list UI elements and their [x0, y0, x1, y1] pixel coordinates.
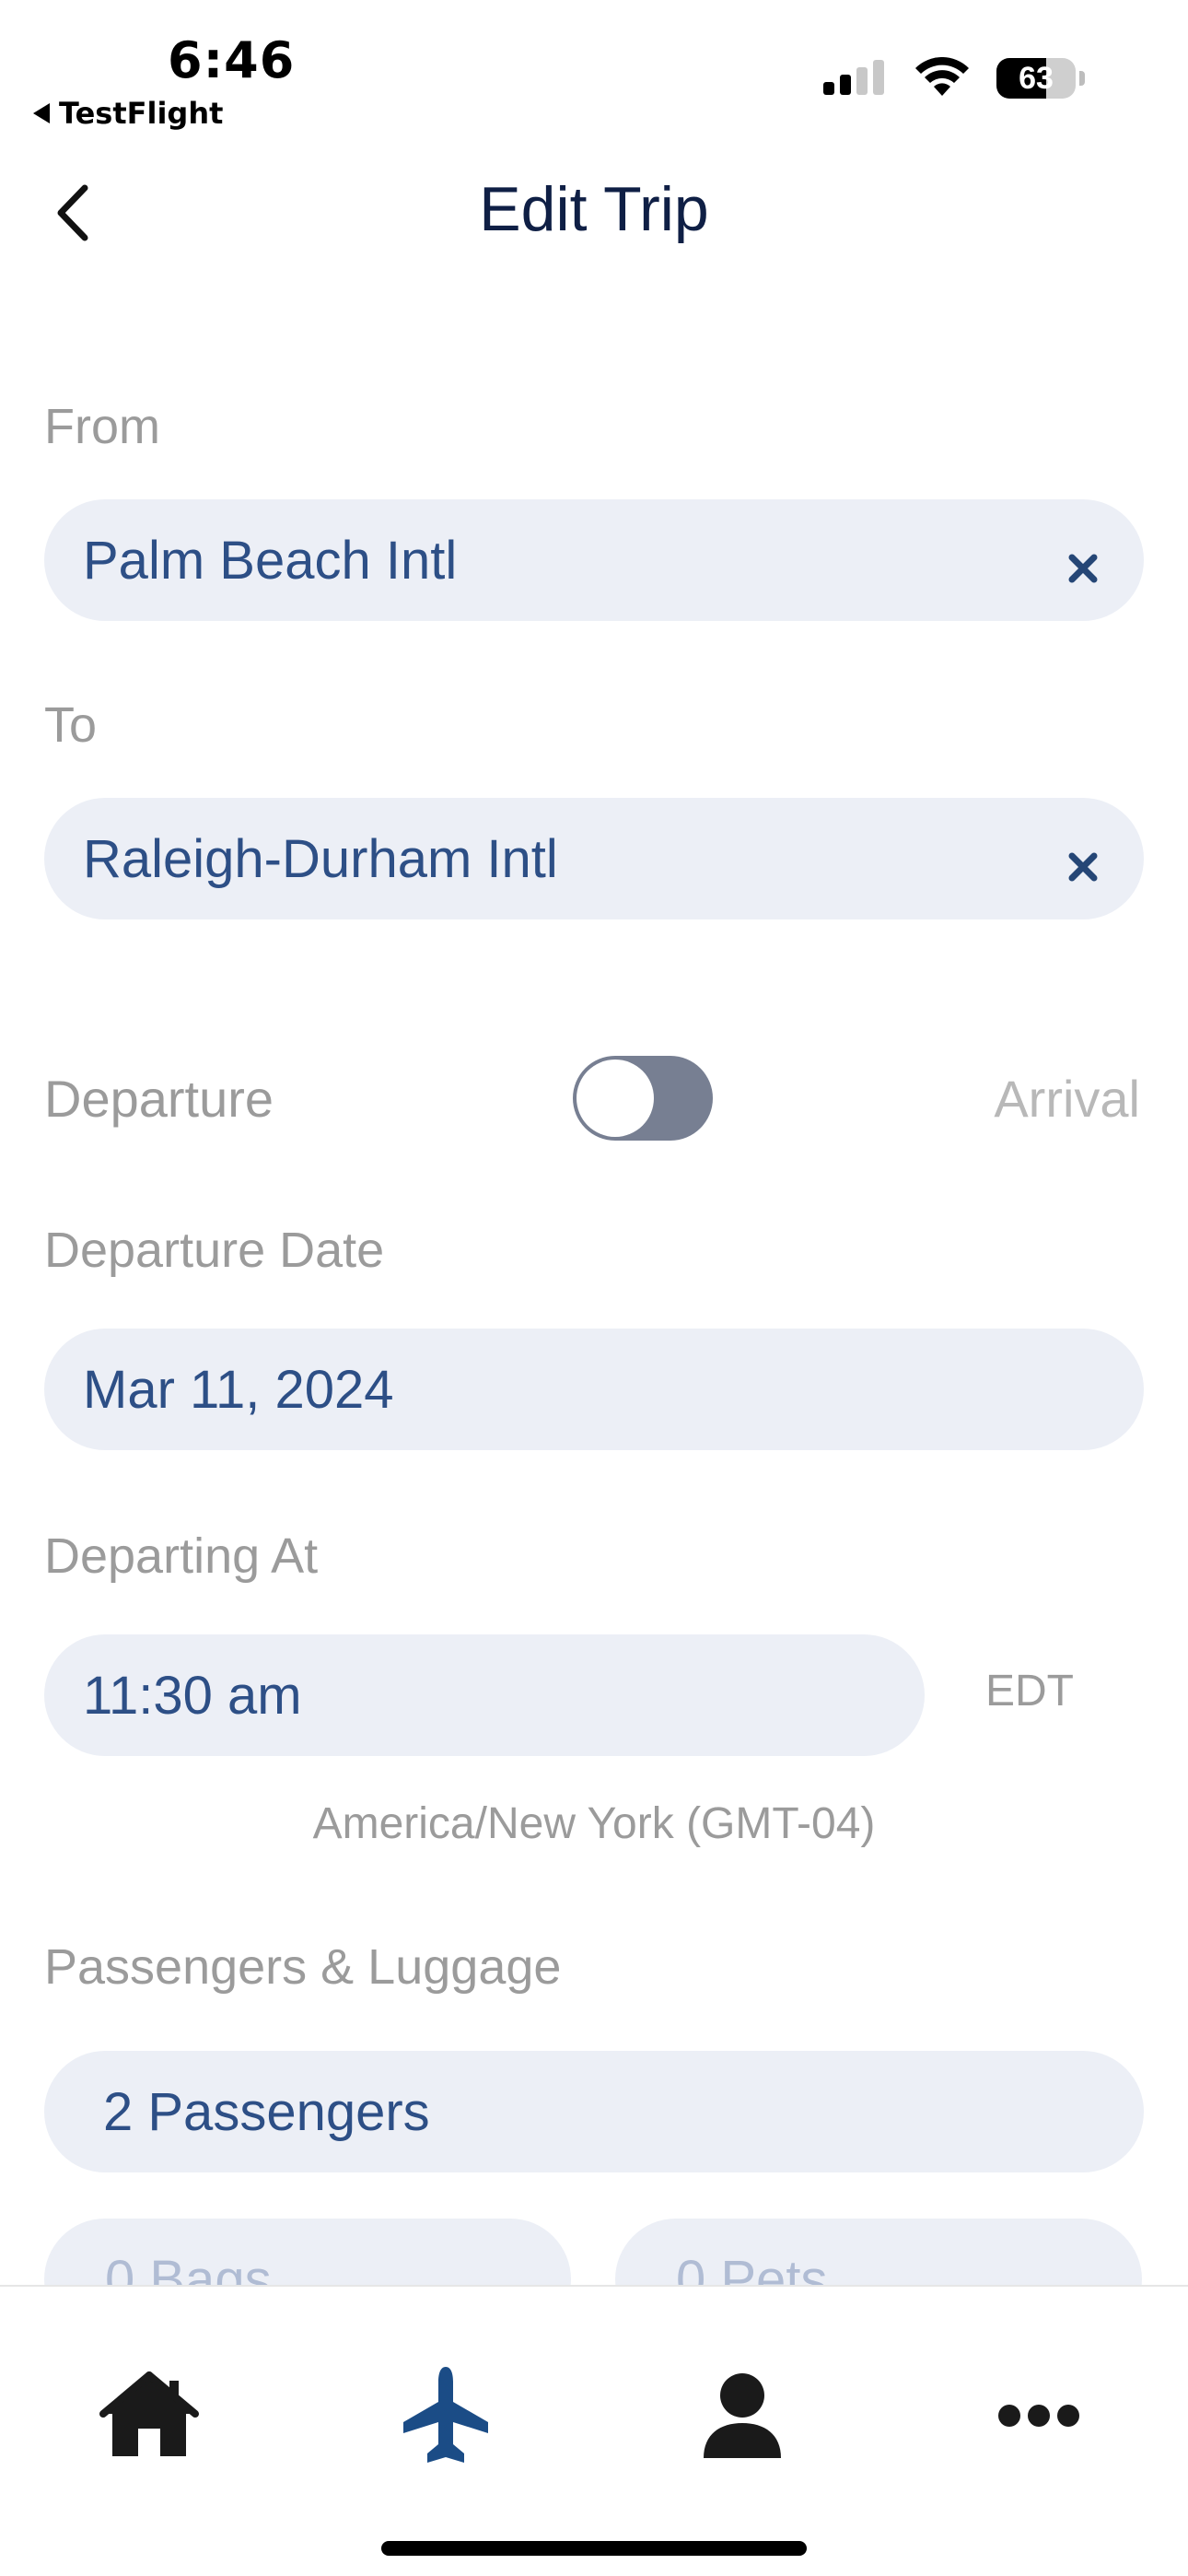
departure-date-value: Mar 11, 2024	[83, 1359, 394, 1420]
battery-nub	[1079, 71, 1085, 86]
clear-from-button[interactable]	[1063, 540, 1103, 583]
passengers-luggage-label: Passengers & Luggage	[44, 1939, 562, 1995]
passengers-field[interactable]: 2 Passengers	[44, 2051, 1144, 2172]
battery-level: 63	[1019, 60, 1054, 96]
screen: 6:46 TestFlight 63 Edit Trip From Palm B	[0, 0, 1188, 2576]
from-value: Palm Beach Intl	[83, 530, 458, 591]
more-icon	[998, 2405, 1079, 2427]
status-time: 6:46	[168, 31, 296, 89]
toggle-knob	[577, 1060, 654, 1137]
departure-date-label: Departure Date	[44, 1223, 385, 1278]
to-value: Raleigh-Durham Intl	[83, 828, 558, 889]
home-icon	[99, 2371, 199, 2456]
timezone-abbr: EDT	[985, 1667, 1074, 1715]
tab-bar	[0, 2285, 1188, 2576]
close-icon	[1068, 852, 1098, 882]
person-icon	[704, 2373, 781, 2458]
departure-option-label[interactable]: Departure	[44, 1069, 274, 1129]
departure-date-field[interactable]: Mar 11, 2024	[44, 1329, 1144, 1450]
tab-more[interactable]	[974, 2360, 1103, 2471]
cellular-signal-icon	[823, 60, 884, 95]
departure-arrival-row: Departure Arrival	[44, 1056, 1140, 1144]
back-app-label: TestFlight	[59, 96, 224, 131]
to-field[interactable]: Raleigh-Durham Intl	[44, 798, 1144, 919]
tab-profile[interactable]	[678, 2360, 807, 2471]
battery-icon: 63	[996, 58, 1076, 99]
airplane-icon	[403, 2367, 488, 2463]
departure-arrival-toggle[interactable]	[573, 1056, 713, 1141]
home-indicator	[381, 2541, 807, 2556]
from-label: From	[44, 399, 160, 454]
timezone-note: America/New York (GMT-04)	[312, 1799, 876, 1848]
status-icons: 63	[821, 57, 1085, 100]
close-icon	[1068, 554, 1098, 583]
from-field[interactable]: Palm Beach Intl	[44, 499, 1144, 621]
departing-time-value: 11:30 am	[83, 1665, 302, 1726]
back-to-app-link[interactable]: TestFlight	[33, 96, 223, 131]
clear-to-button[interactable]	[1063, 838, 1103, 882]
page-title: Edit Trip	[479, 174, 709, 244]
tab-trips[interactable]	[381, 2360, 510, 2471]
departing-at-label: Departing At	[44, 1528, 319, 1584]
to-label: To	[44, 697, 98, 753]
departing-time-field[interactable]: 11:30 am	[44, 1634, 925, 1756]
wifi-icon	[915, 57, 969, 96]
back-triangle-icon	[33, 103, 50, 123]
passengers-value: 2 Passengers	[103, 2081, 430, 2142]
tab-home[interactable]	[85, 2360, 214, 2471]
arrival-option-label[interactable]: Arrival	[994, 1069, 1140, 1129]
